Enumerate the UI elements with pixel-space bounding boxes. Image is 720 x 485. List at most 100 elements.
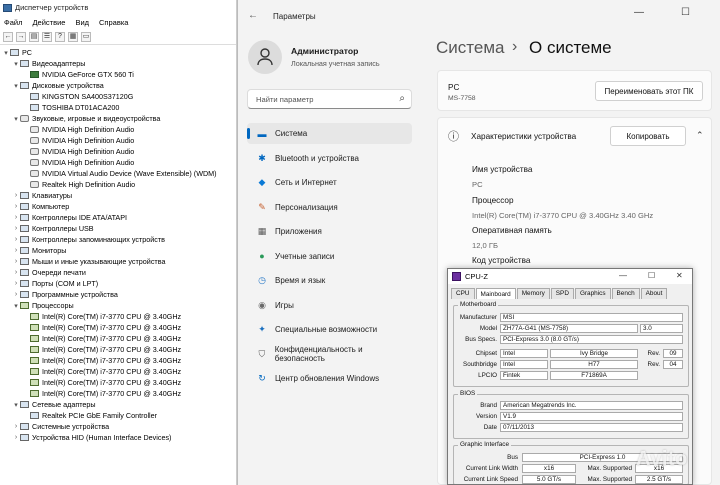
device-item[interactable]: NVIDIA High Definition Audio — [0, 146, 236, 157]
chevron-right-icon[interactable]: › — [12, 434, 20, 441]
device-category[interactable]: › Порты (COM и LPT) — [0, 278, 236, 289]
pc-name: PC — [448, 83, 460, 92]
chevron-up-icon[interactable]: ⌃ — [696, 130, 704, 141]
nav-item-network[interactable]: ◆ Сеть и Интернет — [247, 172, 412, 193]
device-item[interactable]: Intel(R) Core(TM) i7-3770 CPU @ 3.40GHz — [0, 344, 236, 355]
device-item[interactable]: Intel(R) Core(TM) i7-3770 CPU @ 3.40GHz — [0, 377, 236, 388]
copy-button[interactable]: Копировать — [610, 126, 686, 146]
device-root[interactable]: ▾ PC — [0, 47, 236, 58]
list-icon[interactable]: ☰ — [42, 32, 52, 42]
nav-item-accessibility[interactable]: ✦ Специальные возможности — [247, 319, 412, 340]
device-category[interactable]: › Клавиатуры — [0, 190, 236, 201]
tab-mainboard[interactable]: Mainboard — [475, 288, 516, 299]
nav-item-system[interactable]: ▬ Система — [247, 123, 412, 144]
search-input[interactable]: Найти параметр ⌕ — [247, 89, 412, 109]
tab-graphics[interactable]: Graphics — [574, 288, 611, 299]
device-item[interactable]: Intel(R) Core(TM) i7-3770 CPU @ 3.40GHz — [0, 311, 236, 322]
nav-item-gaming[interactable]: ◉ Игры — [247, 295, 412, 316]
device-category[interactable]: ▾ Видеоадаптеры — [0, 58, 236, 69]
device-category[interactable]: ▾ Дисковые устройства — [0, 80, 236, 91]
device-item[interactable]: TOSHIBA DT01ACA200 — [0, 102, 236, 113]
chevron-down-icon[interactable]: ▾ — [12, 401, 20, 409]
device-category[interactable]: › Мониторы — [0, 245, 236, 256]
device-item[interactable]: Intel(R) Core(TM) i7-3770 CPU @ 3.40GHz — [0, 333, 236, 344]
chevron-right-icon[interactable]: › — [12, 203, 20, 210]
maximize-icon[interactable]: ☐ — [681, 7, 690, 18]
max-width-label: Max. Supported — [587, 465, 632, 472]
nav-item-personalization[interactable]: ✎ Персонализация — [247, 197, 412, 218]
chevron-right-icon[interactable]: › — [12, 247, 20, 254]
device-item[interactable]: NVIDIA High Definition Audio — [0, 157, 236, 168]
tab-spd[interactable]: SPD — [550, 288, 574, 299]
chevron-right-icon[interactable]: › — [12, 225, 20, 232]
device-item[interactable]: KINGSTON SA400S37120G — [0, 91, 236, 102]
menu-view[interactable]: Вид — [75, 18, 89, 27]
tab-bench[interactable]: Bench — [611, 288, 640, 299]
nav-item-bluetooth[interactable]: ✱ Bluetooth и устройства — [247, 148, 412, 169]
chevron-right-icon[interactable]: › — [12, 423, 20, 430]
chevron-down-icon[interactable]: ▾ — [12, 82, 20, 90]
device-manager-titlebar: Диспетчер устройств — [0, 0, 236, 15]
maximize-icon[interactable]: ☐ — [648, 271, 655, 280]
device-item[interactable]: NVIDIA Virtual Audio Device (Wave Extens… — [0, 168, 236, 179]
device-category[interactable]: ▾ Процессоры — [0, 300, 236, 311]
device-item[interactable]: Intel(R) Core(TM) i7-3770 CPU @ 3.40GHz — [0, 322, 236, 333]
view-icon[interactable]: ▦ — [68, 32, 78, 42]
device-item[interactable]: Intel(R) Core(TM) i7-3770 CPU @ 3.40GHz — [0, 388, 236, 399]
chevron-right-icon[interactable]: › — [12, 236, 20, 243]
chevron-right-icon[interactable]: › — [12, 280, 20, 287]
close-icon[interactable]: ✕ — [676, 271, 683, 280]
chevron-right-icon[interactable]: › — [12, 291, 20, 298]
back-icon[interactable]: ← — [3, 32, 13, 42]
device-category[interactable]: ▾ Звуковые, игровые и видеоустройства — [0, 113, 236, 124]
chevron-down-icon[interactable]: ▾ — [2, 49, 10, 57]
device-item[interactable]: Realtek PCIe GbE Family Controller — [0, 410, 236, 421]
device-item[interactable]: Intel(R) Core(TM) i7-3770 CPU @ 3.40GHz — [0, 355, 236, 366]
rename-pc-button[interactable]: Переименовать этот ПК — [595, 81, 703, 101]
chevron-down-icon[interactable]: ▾ — [12, 60, 20, 68]
device-manager-icon — [3, 3, 12, 12]
chevron-right-icon[interactable]: › — [12, 214, 20, 221]
minimize-icon[interactable]: — — [634, 7, 644, 18]
device-item[interactable]: NVIDIA GeForce GTX 560 Ti — [0, 69, 236, 80]
avatar[interactable] — [248, 40, 282, 74]
nav-item-windows-update[interactable]: ↻ Центр обновления Windows — [247, 368, 412, 389]
nav-item-time-language[interactable]: ◷ Время и язык — [247, 270, 412, 291]
menu-help[interactable]: Справка — [99, 18, 128, 27]
menu-action[interactable]: Действие — [32, 18, 65, 27]
device-item[interactable]: NVIDIA High Definition Audio — [0, 124, 236, 135]
device-category[interactable]: › Контроллеры USB — [0, 223, 236, 234]
chevron-right-icon[interactable]: › — [12, 269, 20, 276]
help-icon[interactable]: ? — [55, 32, 65, 42]
tab-cpu[interactable]: CPU — [451, 288, 475, 299]
chevron-right-icon[interactable]: › — [12, 192, 20, 199]
chevron-down-icon[interactable]: ▾ — [12, 115, 20, 123]
search-icon[interactable]: ⌕ — [399, 93, 405, 104]
menu-file[interactable]: Файл — [4, 18, 22, 27]
chevron-right-icon[interactable]: › — [12, 258, 20, 265]
device-category[interactable]: ▾ Сетевые адаптеры — [0, 399, 236, 410]
device-category[interactable]: › Мыши и иные указывающие устройства — [0, 256, 236, 267]
device-category[interactable]: › Программные устройства — [0, 289, 236, 300]
nav-item-apps[interactable]: ▦ Приложения — [247, 221, 412, 242]
properties-icon[interactable]: ▤ — [29, 32, 39, 42]
chevron-down-icon[interactable]: ▾ — [12, 302, 20, 310]
minimize-icon[interactable]: — — [619, 271, 627, 280]
device-category[interactable]: › Компьютер — [0, 201, 236, 212]
back-arrow-icon[interactable]: ← — [248, 10, 258, 21]
device-item[interactable]: Realtek High Definition Audio — [0, 179, 236, 190]
tab-memory[interactable]: Memory — [516, 288, 550, 299]
tab-about[interactable]: About — [640, 288, 668, 299]
device-category[interactable]: › Системные устройства — [0, 421, 236, 432]
monitor-icon[interactable]: ▭ — [81, 32, 91, 42]
nav-item-accounts[interactable]: ● Учетные записи — [247, 246, 412, 267]
device-category[interactable]: › Очереди печати — [0, 267, 236, 278]
breadcrumb-system[interactable]: Система — [436, 38, 504, 58]
device-item[interactable]: NVIDIA High Definition Audio — [0, 135, 236, 146]
forward-icon[interactable]: → — [16, 32, 26, 42]
device-category[interactable]: › Контроллеры IDE ATA/ATAPI — [0, 212, 236, 223]
device-category[interactable]: › Устройства HID (Human Interface Devices… — [0, 432, 236, 443]
nav-item-privacy[interactable]: ⛉ Конфиденциальность и безопасность — [247, 344, 412, 365]
device-category[interactable]: › Контроллеры запоминающих устройств — [0, 234, 236, 245]
device-item[interactable]: Intel(R) Core(TM) i7-3770 CPU @ 3.40GHz — [0, 366, 236, 377]
